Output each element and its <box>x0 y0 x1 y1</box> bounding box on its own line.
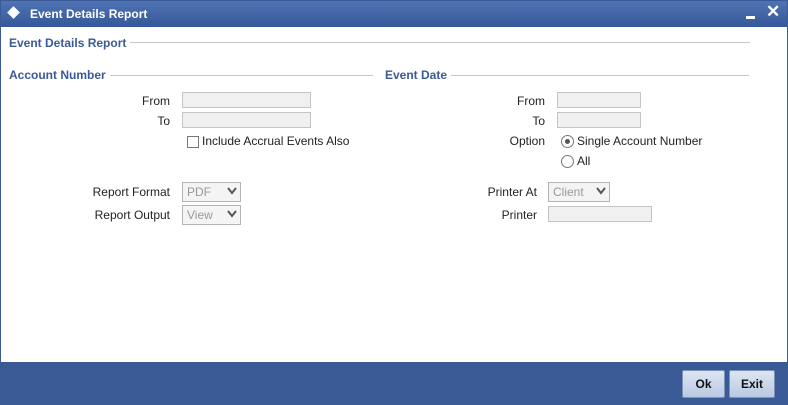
event-date-from-label: From <box>517 94 545 108</box>
event-date-to-input[interactable] <box>557 112 641 128</box>
section-title: Event Details Report <box>9 36 131 50</box>
minimize-icon[interactable] <box>746 16 755 19</box>
single-account-radio-label: Single Account Number <box>577 134 703 148</box>
single-account-radio[interactable] <box>561 135 574 148</box>
window-diamond-icon <box>7 6 20 19</box>
printer-at-value: Client <box>553 185 584 199</box>
account-from-label: From <box>142 94 170 108</box>
window-title: Event Details Report <box>30 7 148 21</box>
ok-button[interactable]: Ok <box>682 370 725 398</box>
option-label: Option <box>509 134 545 148</box>
include-accrual-checkbox[interactable] <box>187 136 199 148</box>
footer-bar <box>1 362 787 404</box>
report-output-value: View <box>187 208 213 222</box>
account-to-input[interactable] <box>182 112 311 128</box>
printer-label: Printer <box>501 208 537 222</box>
all-radio-label: All <box>577 154 591 168</box>
event-date-heading: Event Date <box>385 68 452 82</box>
printer-at-select[interactable]: Client <box>548 182 610 202</box>
account-to-label: To <box>157 114 170 128</box>
chevron-down-icon <box>227 187 237 195</box>
event-details-report-window: Event Details Report ✕ Event Details Rep… <box>0 0 788 405</box>
account-number-divider <box>107 75 373 76</box>
report-output-select[interactable]: View <box>182 205 241 225</box>
account-number-heading: Account Number <box>9 68 110 82</box>
report-format-label: Report Format <box>92 185 170 199</box>
event-date-from-input[interactable] <box>557 92 641 108</box>
printer-at-label: Printer At <box>487 185 537 199</box>
exit-button[interactable]: Exit <box>729 370 775 398</box>
chevron-down-icon <box>596 187 606 195</box>
chevron-down-icon <box>227 210 237 218</box>
event-date-to-label: To <box>532 114 545 128</box>
report-format-select[interactable]: PDF <box>182 182 241 202</box>
section-divider <box>126 42 750 43</box>
account-from-input[interactable] <box>182 92 311 108</box>
event-date-divider <box>449 75 749 76</box>
close-icon[interactable]: ✕ <box>766 3 780 21</box>
printer-input[interactable] <box>548 206 652 222</box>
title-bar: Event Details Report ✕ <box>1 1 787 27</box>
report-format-value: PDF <box>187 185 211 199</box>
all-radio[interactable] <box>561 155 574 168</box>
include-accrual-label: Include Accrual Events Also <box>202 134 350 148</box>
report-output-label: Report Output <box>94 208 170 222</box>
